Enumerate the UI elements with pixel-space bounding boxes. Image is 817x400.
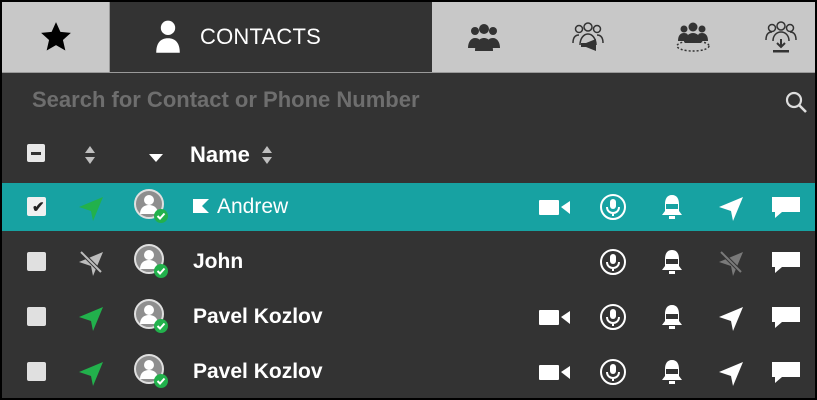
voice-call-icon[interactable]: [598, 247, 628, 277]
contact-row[interactable]: John: [2, 238, 815, 286]
voice-call-icon[interactable]: [598, 302, 628, 332]
contact-row[interactable]: Pavel Kozlov: [2, 348, 815, 396]
search-input[interactable]: [32, 82, 762, 118]
message-icon[interactable]: [769, 247, 803, 277]
avatar: [134, 189, 168, 223]
location-disabled-icon: [718, 249, 744, 276]
location-icon[interactable]: [716, 357, 746, 387]
row-checkbox[interactable]: [27, 252, 46, 271]
search-icon[interactable]: [784, 90, 808, 114]
group-icon: [468, 24, 500, 51]
contacts-panel: CONTACTS Name ✔ Andrew: [0, 0, 817, 400]
row-checkbox[interactable]: [27, 362, 46, 381]
tab-bar: CONTACTS: [2, 2, 815, 73]
name-column-header[interactable]: Name: [190, 142, 250, 168]
checkmark-icon: ✔: [32, 199, 45, 216]
contact-row[interactable]: Pavel Kozlov: [2, 293, 815, 341]
sort-name-icon[interactable]: [261, 145, 273, 165]
alert-bell-icon[interactable]: [657, 302, 687, 332]
contact-name: Pavel Kozlov: [193, 360, 323, 383]
alert-bell-icon[interactable]: [657, 357, 687, 387]
search-bar: [2, 72, 815, 129]
location-off-icon: [78, 249, 104, 276]
tab-contacts-label: CONTACTS: [200, 24, 321, 49]
location-on-icon: [79, 307, 103, 331]
contact-name: Pavel Kozlov: [193, 305, 323, 328]
contact-name: John: [193, 250, 244, 273]
contact-row[interactable]: ✔ Andrew: [2, 183, 815, 231]
flag-icon: [193, 199, 209, 213]
message-icon[interactable]: [769, 192, 803, 222]
location-on-icon: [79, 197, 103, 221]
tab-download-groups[interactable]: [746, 2, 815, 72]
tab-favorites[interactable]: [2, 2, 110, 72]
person-icon: [156, 20, 180, 53]
star-icon: [40, 22, 71, 51]
row-checkbox[interactable]: ✔: [27, 197, 46, 216]
avatar: [134, 244, 168, 278]
message-icon[interactable]: [769, 357, 803, 387]
tab-groups[interactable]: [432, 2, 536, 72]
tab-broadcast-groups[interactable]: [536, 2, 640, 72]
video-call-icon[interactable]: [537, 302, 573, 332]
video-call-icon[interactable]: [537, 357, 573, 387]
avatar: [134, 299, 168, 333]
list-header: [2, 129, 815, 183]
location-on-icon: [79, 362, 103, 386]
alert-bell-icon[interactable]: [657, 192, 687, 222]
broadcast-group-icon: [572, 22, 604, 51]
alert-bell-icon[interactable]: [657, 247, 687, 277]
video-call-icon[interactable]: [537, 192, 573, 222]
avatar: [134, 354, 168, 388]
select-all-checkbox[interactable]: [27, 144, 45, 162]
download-group-icon: [764, 21, 797, 53]
tab-contacts[interactable]: CONTACTS: [110, 2, 432, 72]
sort-status-icon[interactable]: [84, 145, 96, 165]
chevron-down-icon[interactable]: [149, 154, 163, 162]
voice-call-icon[interactable]: [598, 357, 628, 387]
message-icon[interactable]: [769, 302, 803, 332]
nearby-group-icon: [676, 22, 710, 52]
voice-call-icon[interactable]: [598, 192, 628, 222]
contact-name: Andrew: [217, 195, 289, 218]
location-icon[interactable]: [716, 302, 746, 332]
row-checkbox[interactable]: [27, 307, 46, 326]
location-icon[interactable]: [716, 192, 746, 222]
tab-nearby-groups[interactable]: [640, 2, 746, 72]
